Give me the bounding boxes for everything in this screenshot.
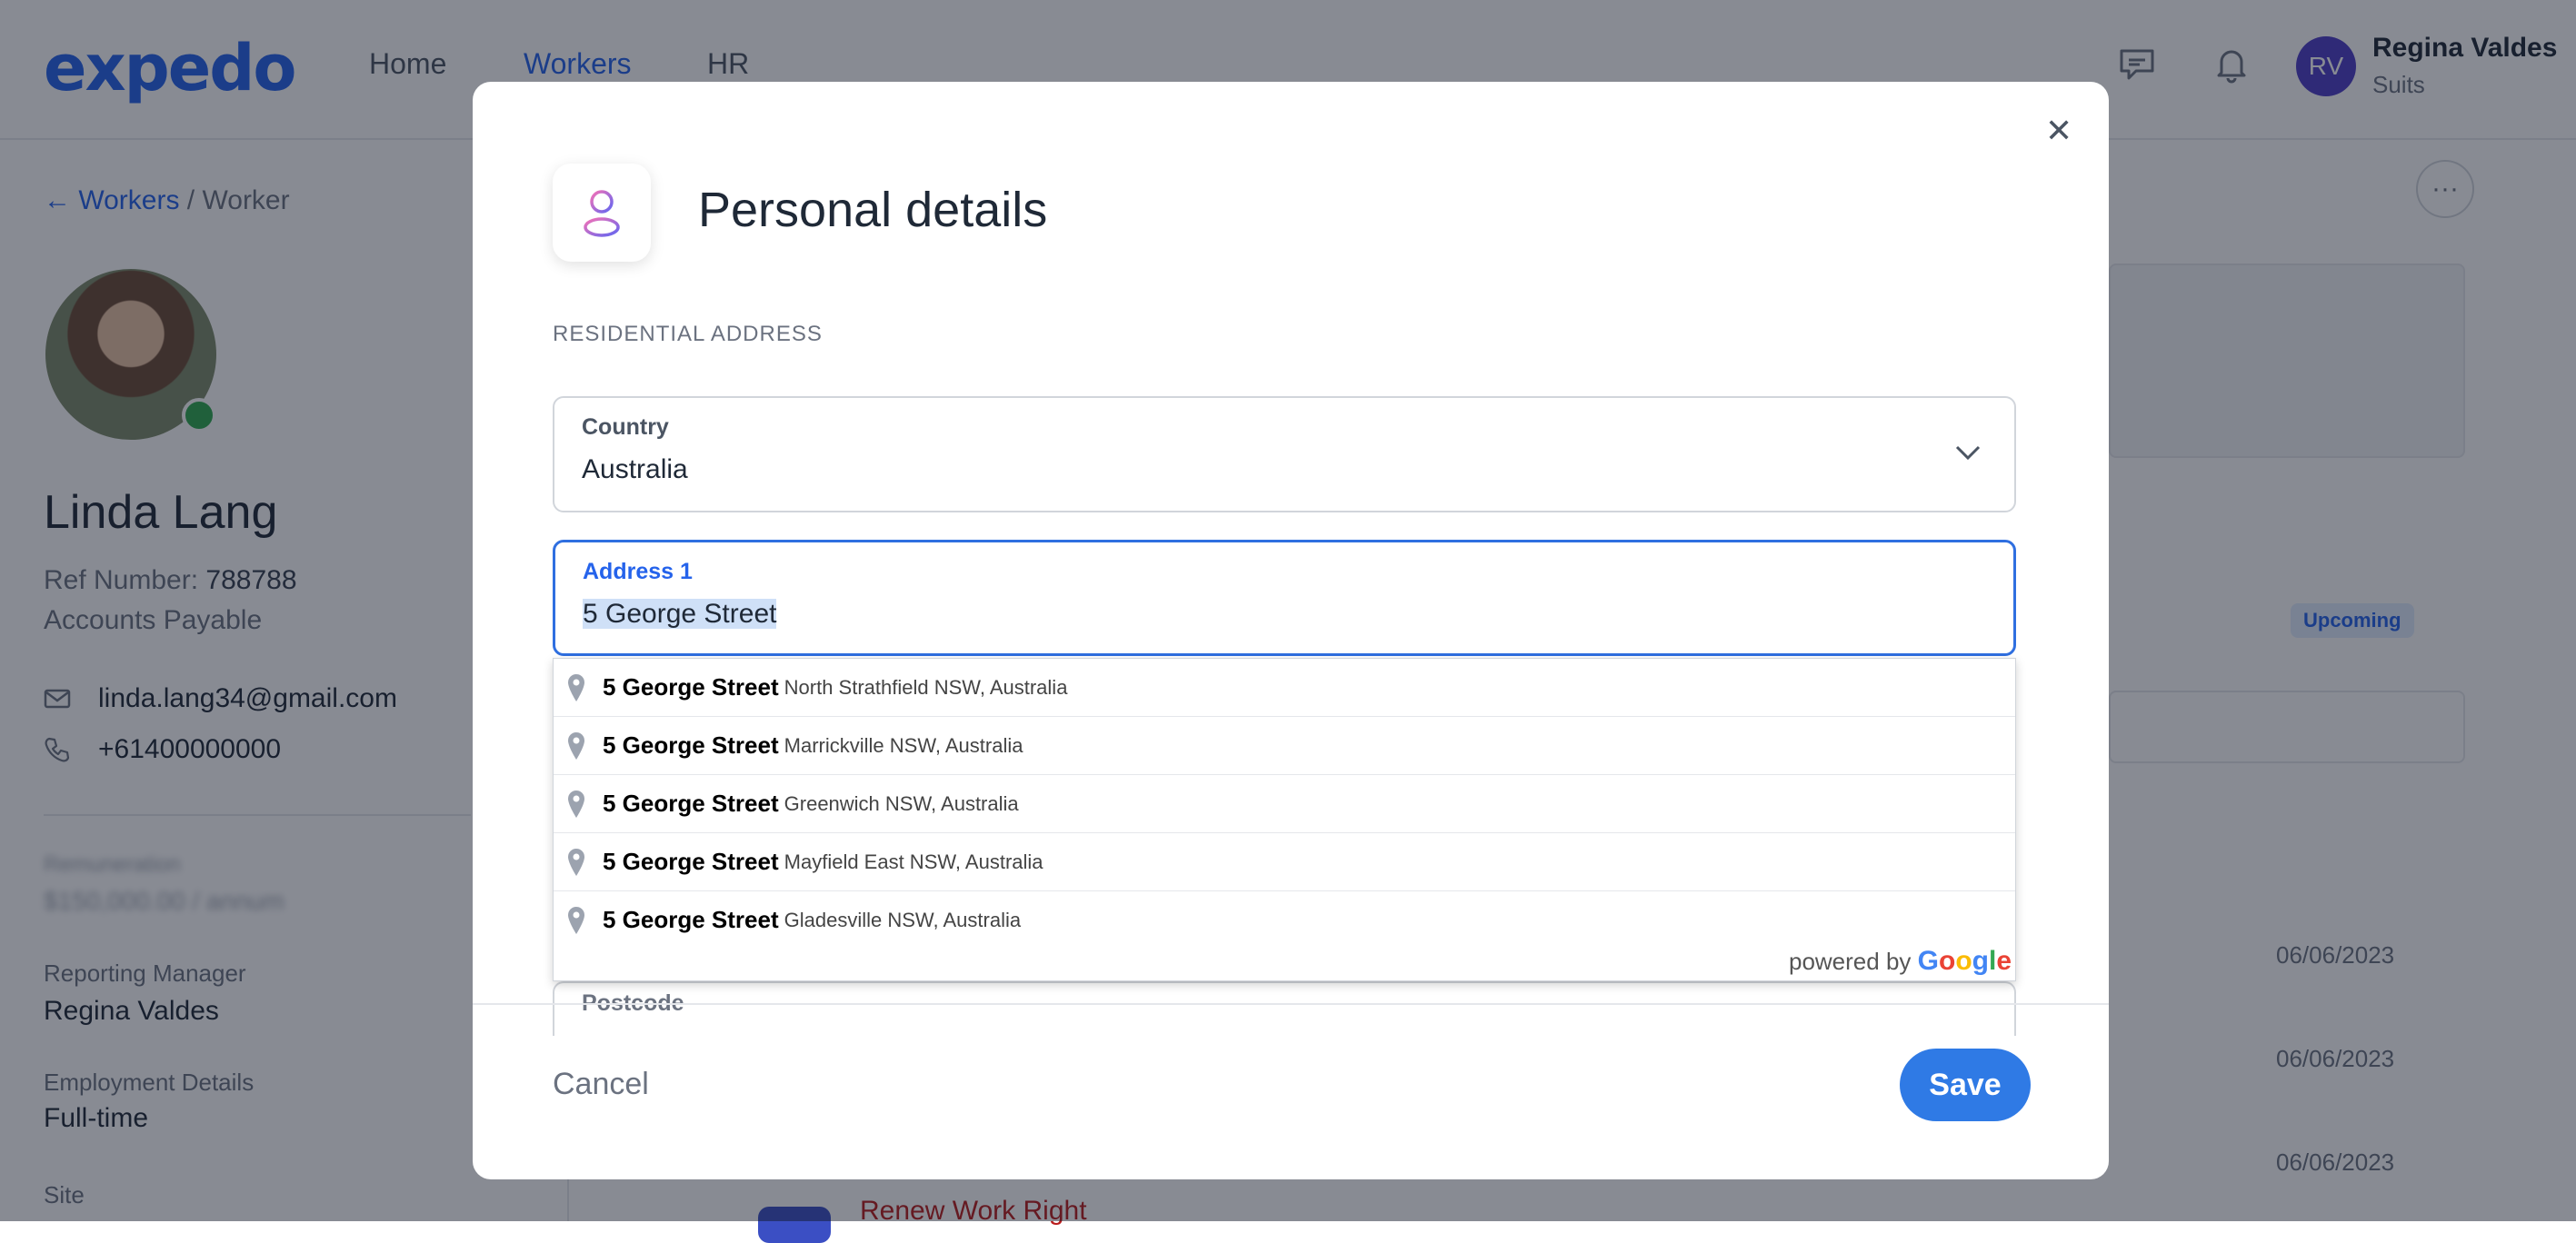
address1-value[interactable]: 5 George Street [583, 599, 777, 630]
map-pin-icon [568, 731, 584, 760]
map-pin-icon [568, 673, 584, 701]
chevron-down-icon[interactable] [1954, 443, 1982, 462]
postcode-field[interactable]: Postcode [553, 981, 2016, 1036]
suggestion-item[interactable]: 5 George Street North Strathfield NSW, A… [554, 659, 2015, 717]
personal-details-modal: ✕ Personal details RESIDENTIAL ADDRESS C… [473, 82, 2109, 1179]
suggestion-main: 5 George Street [603, 731, 779, 759]
suggestion-secondary: North Strathfield NSW, Australia [784, 675, 1068, 699]
suggestion-secondary: Marrickville NSW, Australia [784, 733, 1023, 757]
suggestion-item[interactable]: 5 George Street Marrickville NSW, Austra… [554, 717, 2015, 775]
country-value[interactable]: Australia [582, 454, 688, 485]
person-icon [553, 164, 651, 262]
suggestion-item[interactable]: 5 George Street Gladesville NSW, Austral… [554, 891, 2015, 949]
suggestion-secondary: Gladesville NSW, Australia [784, 908, 1022, 931]
suggestion-item[interactable]: 5 George Street Mayfield East NSW, Austr… [554, 833, 2015, 891]
suggestion-secondary: Mayfield East NSW, Australia [784, 850, 1043, 873]
map-pin-icon [568, 848, 584, 876]
country-select[interactable]: Country Australia [553, 396, 2016, 512]
google-logo: Google [1917, 946, 2012, 976]
suggestion-main: 5 George Street [603, 790, 779, 817]
country-label: Country [582, 414, 669, 440]
address1-selected-text[interactable]: 5 George Street [583, 599, 777, 629]
suggestion-main: 5 George Street [603, 848, 779, 875]
address1-label: Address 1 [583, 559, 693, 584]
map-pin-icon [568, 906, 584, 934]
footer-divider [473, 1003, 2109, 1005]
suggestion-main: 5 George Street [603, 906, 779, 933]
address1-input[interactable]: Address 1 5 George Street [553, 540, 2016, 656]
suggestion-item[interactable]: 5 George Street Greenwich NSW, Australia [554, 775, 2015, 833]
map-pin-icon [568, 790, 584, 818]
powered-by-google: powered by Google [1789, 946, 2012, 977]
cancel-button[interactable]: Cancel [553, 1067, 649, 1102]
close-icon[interactable]: ✕ [2045, 114, 2072, 147]
address-autocomplete-dropdown: 5 George Street North Strathfield NSW, A… [553, 658, 2016, 981]
section-heading: RESIDENTIAL ADDRESS [553, 322, 823, 346]
suggestion-main: 5 George Street [603, 673, 779, 701]
powered-by-text: powered by [1788, 948, 1918, 975]
suggestion-secondary: Greenwich NSW, Australia [784, 791, 1019, 815]
modal-title: Personal details [698, 183, 1048, 237]
save-button[interactable]: Save [1900, 1049, 2031, 1121]
